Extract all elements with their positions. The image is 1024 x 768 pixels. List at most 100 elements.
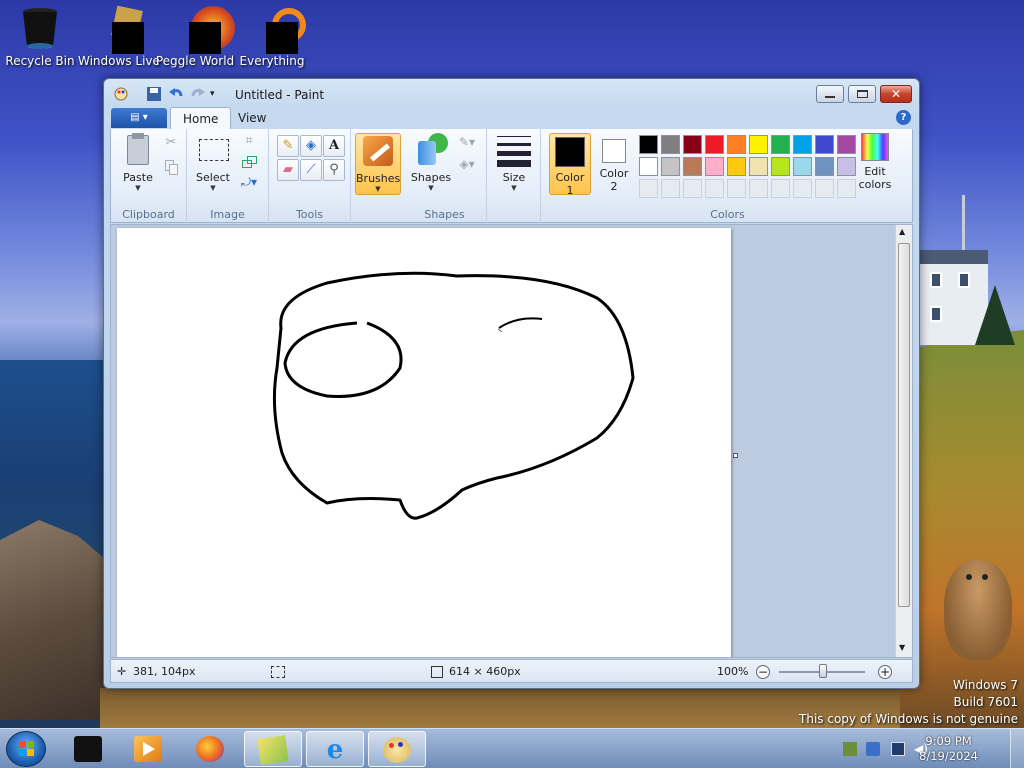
palette-swatch[interactable] — [793, 157, 812, 176]
tray-action-center-icon[interactable] — [843, 742, 857, 756]
save-icon[interactable] — [146, 86, 162, 102]
outline-icon[interactable]: ✎▾ — [457, 135, 477, 155]
palette-empty-slot[interactable] — [749, 179, 768, 198]
wallpaper-ground — [100, 688, 900, 728]
palette-swatch[interactable] — [639, 135, 658, 154]
palette-swatch[interactable] — [771, 135, 790, 154]
taskbar-firefox[interactable] — [182, 731, 240, 767]
desktop-icon-peggle-world[interactable]: Peggle World — [155, 6, 235, 68]
desktop-icon-recycle-bin[interactable]: Recycle Bin — [0, 6, 80, 68]
zoom-in-button[interactable]: + — [878, 665, 892, 679]
start-button[interactable] — [6, 731, 46, 767]
drawing-canvas[interactable] — [117, 228, 731, 657]
desktop-icon-windows-live[interactable]: Windows Live — [78, 5, 160, 68]
canvas-resize-handle-right[interactable] — [733, 453, 738, 458]
resize-icon[interactable] — [239, 154, 259, 174]
palette-swatch[interactable] — [705, 157, 724, 176]
paint-menu-button[interactable]: ▤ ▾ — [111, 108, 167, 128]
edit-colors-label: Edit — [864, 165, 886, 178]
chevron-down-icon: ▼ — [375, 185, 381, 193]
size-button[interactable]: Size ▼ — [493, 133, 535, 193]
rotate-icon[interactable]: ⤾▾ — [239, 175, 259, 195]
recycle-bin-icon — [20, 6, 60, 50]
palette-swatch[interactable] — [727, 157, 746, 176]
taskbar-windows-live[interactable] — [244, 731, 302, 767]
palette-swatch[interactable] — [661, 135, 680, 154]
shapes-button[interactable]: Shapes ▼ — [409, 133, 453, 193]
watermark-line: This copy of Windows is not genuine — [799, 712, 1018, 726]
palette-swatch[interactable] — [771, 157, 790, 176]
zoom-slider-thumb[interactable] — [819, 664, 827, 678]
color2-button[interactable]: Color 2 — [593, 133, 635, 193]
paste-button[interactable]: Paste ▼ — [117, 133, 159, 193]
tab-home[interactable]: Home — [170, 107, 232, 129]
undo-icon[interactable] — [168, 86, 184, 102]
text-tool-icon[interactable]: A — [323, 135, 345, 157]
help-icon[interactable]: ? — [896, 110, 911, 125]
fill-bucket-icon[interactable]: ◈ — [300, 135, 322, 157]
palette-swatch[interactable] — [705, 135, 724, 154]
desktop-icon-everything[interactable]: Everything — [232, 6, 312, 68]
customize-toolbar-icon[interactable]: ▾ — [210, 86, 226, 102]
magnifier-icon[interactable]: ⚲ — [323, 159, 345, 181]
palette-swatch[interactable] — [727, 135, 746, 154]
palette-swatch[interactable] — [793, 135, 812, 154]
fill-icon[interactable]: ◈▾ — [457, 157, 477, 177]
vertical-scrollbar[interactable]: ▲ ▼ — [895, 225, 912, 657]
title-bar[interactable]: ▾ Untitled - Paint ✕ — [104, 79, 919, 107]
maximize-button[interactable] — [848, 85, 876, 103]
ribbon: Paste ▼ ✂ Clipboard Select ▼ ⌗ ⤾▾ Image … — [110, 129, 913, 223]
color1-button[interactable]: Color 1 — [549, 133, 591, 197]
tray-device-icon[interactable] — [866, 742, 880, 756]
palette-empty-slot[interactable] — [683, 179, 702, 198]
palette-empty-slot[interactable] — [815, 179, 834, 198]
taskbar-media-player[interactable] — [120, 731, 178, 767]
shapes-icon — [414, 133, 448, 167]
brush-icon — [361, 134, 395, 168]
taskbar-media-center[interactable] — [60, 731, 118, 767]
taskbar-internet-explorer[interactable]: e — [306, 731, 364, 767]
crop-icon[interactable]: ⌗ — [239, 133, 259, 153]
tray-network-icon[interactable] — [891, 742, 905, 756]
copy-icon[interactable] — [161, 157, 181, 177]
show-desktop-button[interactable] — [1010, 729, 1024, 768]
paint-app-icon[interactable] — [113, 86, 129, 102]
scroll-down-icon[interactable]: ▼ — [899, 643, 905, 652]
select-button[interactable]: Select ▼ — [193, 133, 233, 193]
palette-empty-slot[interactable] — [771, 179, 790, 198]
edit-colors-button[interactable]: Edit colors — [853, 133, 897, 191]
palette-swatch[interactable] — [749, 157, 768, 176]
palette-swatch[interactable] — [815, 135, 834, 154]
zoom-out-button[interactable]: − — [756, 665, 770, 679]
taskbar-paint[interactable] — [368, 731, 426, 767]
scroll-up-icon[interactable]: ▲ — [899, 227, 905, 236]
tab-view[interactable]: View — [226, 107, 278, 129]
firefox-icon — [196, 736, 224, 762]
palette-empty-slot[interactable] — [661, 179, 680, 198]
palette-swatch[interactable] — [639, 157, 658, 176]
palette-empty-slot[interactable] — [793, 179, 812, 198]
palette-swatch[interactable] — [661, 157, 680, 176]
group-label: Image — [210, 208, 245, 221]
clipboard-icon — [121, 133, 155, 167]
minimize-button[interactable] — [816, 85, 844, 103]
scrollbar-thumb[interactable] — [898, 243, 910, 607]
close-button[interactable]: ✕ — [880, 85, 912, 103]
palette-swatch[interactable] — [749, 135, 768, 154]
palette-swatch[interactable] — [683, 157, 702, 176]
redo-icon[interactable] — [190, 86, 206, 102]
palette-swatch[interactable] — [815, 157, 834, 176]
system-clock[interactable]: 9:09 PM 8/19/2024 — [919, 734, 978, 764]
pencil-icon[interactable]: ✎ — [277, 135, 299, 157]
color-picker-icon[interactable]: ⟋ — [300, 159, 322, 181]
palette-empty-slot[interactable] — [705, 179, 724, 198]
eraser-icon[interactable]: ▰ — [277, 159, 299, 181]
palette-swatch[interactable] — [683, 135, 702, 154]
peggle-icon — [175, 6, 235, 54]
paint-icon — [383, 737, 411, 763]
brushes-button[interactable]: Brushes ▼ — [355, 133, 401, 195]
cut-icon[interactable]: ✂ — [161, 135, 181, 155]
palette-empty-slot[interactable] — [727, 179, 746, 198]
palette-empty-slot[interactable] — [639, 179, 658, 198]
paste-label: Paste — [123, 171, 153, 184]
